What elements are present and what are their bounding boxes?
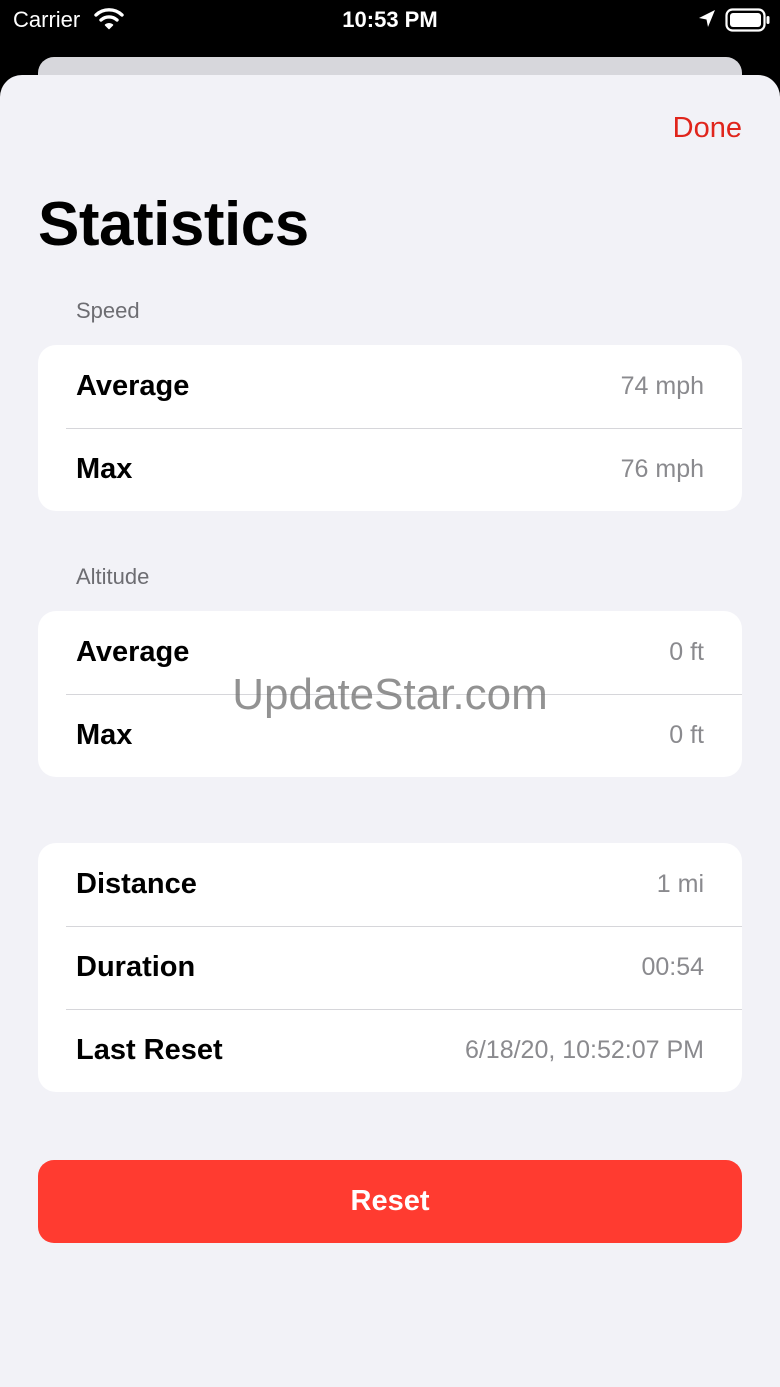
trip-group: Distance 1 mi Duration 00:54 Last Reset … xyxy=(38,843,742,1092)
section-header-altitude: Altitude xyxy=(76,564,150,589)
row-value: 74 mph xyxy=(620,372,704,400)
row-value: 00:54 xyxy=(641,953,704,981)
row-value: 1 mi xyxy=(656,870,704,898)
duration-row: Duration 00:54 xyxy=(38,926,742,1009)
row-value: 0 ft xyxy=(669,638,704,666)
status-bar: Carrier 10:53 PM xyxy=(0,0,780,40)
row-label: Max xyxy=(76,719,133,751)
reset-button[interactable]: Reset xyxy=(38,1160,742,1243)
location-arrow-icon xyxy=(697,8,717,35)
row-label: Distance xyxy=(76,868,197,900)
section-header-speed: Speed xyxy=(76,298,140,323)
row-value: 0 ft xyxy=(669,721,704,749)
speed-group: Average 74 mph Max 76 mph xyxy=(38,345,742,511)
row-label: Duration xyxy=(76,951,196,983)
done-button[interactable]: Done xyxy=(673,112,742,145)
altitude-average-row: Average 0 ft xyxy=(38,611,742,694)
distance-row: Distance 1 mi xyxy=(38,843,742,926)
statistics-sheet: Done Statistics Speed Average 74 mph Max… xyxy=(0,75,780,1387)
row-label: Last Reset xyxy=(76,1034,223,1066)
row-label: Average xyxy=(76,636,190,668)
row-label: Average xyxy=(76,370,190,402)
battery-icon xyxy=(725,8,771,37)
page-title: Statistics xyxy=(38,190,309,259)
altitude-max-row: Max 0 ft xyxy=(38,694,742,777)
status-time: 10:53 PM xyxy=(342,7,438,32)
last-reset-row: Last Reset 6/18/20, 10:52:07 PM xyxy=(38,1009,742,1092)
speed-average-row: Average 74 mph xyxy=(38,345,742,428)
altitude-group: Average 0 ft Max 0 ft xyxy=(38,611,742,777)
row-value: 6/18/20, 10:52:07 PM xyxy=(464,1036,704,1064)
speed-max-row: Max 76 mph xyxy=(38,428,742,511)
row-value: 76 mph xyxy=(620,455,704,483)
row-label: Max xyxy=(76,453,133,485)
